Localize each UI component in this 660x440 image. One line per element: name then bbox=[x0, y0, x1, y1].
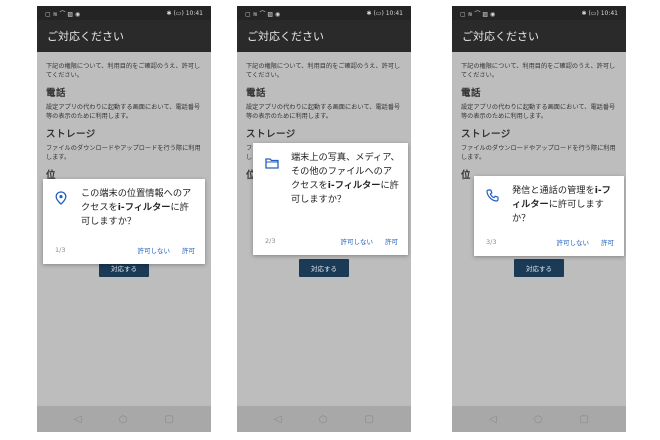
dialog-message: 発信と通話の管理をi-フィルターに許可しますか？ bbox=[512, 185, 611, 224]
home-icon[interactable]: ○ bbox=[534, 414, 543, 425]
status-icons-right: ✱ (▭) 10:41 bbox=[581, 9, 618, 17]
phone-screen-3: ▢ ≋ ⌒ ▨ ◉ ✱ (▭) 10:41 ご対応ください 下記の権限について、… bbox=[452, 6, 626, 432]
recents-icon[interactable]: ▢ bbox=[579, 414, 588, 425]
app-bar: ご対応ください bbox=[37, 20, 211, 52]
nav-bar: ◁ ○ ▢ bbox=[237, 406, 411, 432]
status-icons-right: ✱ (▭) 10:41 bbox=[166, 9, 203, 17]
folder-icon bbox=[265, 154, 279, 173]
nav-bar: ◁ ○ ▢ bbox=[37, 406, 211, 432]
status-icons-right: ✱ (▭) 10:41 bbox=[366, 9, 403, 17]
dialog-footer: 3/3 許可しない 許可 bbox=[486, 237, 614, 247]
permission-dialog: 端末上の写真、メディア、その他のファイルへのアクセスをi-フィルターに許可します… bbox=[253, 143, 408, 255]
status-bar: ▢ ≋ ⌒ ▨ ◉ ✱ (▭) 10:41 bbox=[37, 6, 211, 20]
step-counter: 3/3 bbox=[486, 238, 497, 246]
phone-heading: 電話 bbox=[46, 88, 67, 99]
phone-description: 設定アプリの代わりに起動する画面において、電話番号等の表示のために利用します。 bbox=[461, 104, 616, 120]
storage-heading: ストレージ bbox=[246, 129, 296, 140]
storage-description: ファイルのダウンロードやアップロードを行う際に利用します。 bbox=[46, 145, 201, 161]
status-icons-left: ▢ ≋ ⌒ ▨ ◉ bbox=[245, 10, 281, 18]
nav-bar: ◁ ○ ▢ bbox=[452, 406, 626, 432]
dialog-footer: 2/3 許可しない 許可 bbox=[265, 236, 398, 246]
back-icon[interactable]: ◁ bbox=[489, 414, 497, 425]
deny-button[interactable]: 許可しない bbox=[557, 237, 590, 247]
storage-heading: ストレージ bbox=[461, 129, 511, 140]
permission-dialog: この端末の位置情報へのアクセスをi-フィルターに許可しますか？ 1/3 許可しな… bbox=[43, 179, 205, 264]
status-bar: ▢ ≋ ⌒ ▨ ◉ ✱ (▭) 10:41 bbox=[452, 6, 626, 20]
recents-icon[interactable]: ▢ bbox=[364, 414, 373, 425]
back-icon[interactable]: ◁ bbox=[274, 414, 282, 425]
app-name: i-フィルター bbox=[117, 202, 171, 213]
intro-text: 下記の権限について、利用目的をご確認のうえ、許可してください。 bbox=[461, 63, 616, 79]
permission-content: 下記の権限について、利用目的をご確認のうえ、許可してください。 電話 設定アプリ… bbox=[452, 52, 626, 181]
respond-button[interactable]: 対応する bbox=[299, 259, 349, 277]
location-pin-icon bbox=[55, 190, 67, 209]
app-bar: ご対応ください bbox=[452, 20, 626, 52]
intro-text: 下記の権限について、利用目的をご確認のうえ、許可してください。 bbox=[46, 63, 201, 79]
home-icon[interactable]: ○ bbox=[319, 414, 328, 425]
dialog-message: 端末上の写真、メディア、その他のファイルへのアクセスをi-フィルターに許可します… bbox=[291, 152, 400, 205]
dialog-footer: 1/3 許可しない 許可 bbox=[55, 245, 195, 255]
phone-screen-2: ▢ ≋ ⌒ ▨ ◉ ✱ (▭) 10:41 ご対応ください 下記の権限について、… bbox=[237, 6, 411, 432]
deny-button[interactable]: 許可しない bbox=[341, 236, 374, 246]
phone-description: 設定アプリの代わりに起動する画面において、電話番号等の表示のために利用します。 bbox=[46, 104, 201, 120]
page-title: ご対応ください bbox=[462, 30, 539, 43]
status-bar: ▢ ≋ ⌒ ▨ ◉ ✱ (▭) 10:41 bbox=[237, 6, 411, 20]
phone-screen-1: ▢ ≋ ⌒ ▨ ◉ ✱ (▭) 10:41 ご対応ください 下記の権限について、… bbox=[37, 6, 211, 432]
status-icons-left: ▢ ≋ ⌒ ▨ ◉ bbox=[460, 10, 496, 18]
app-name: i-フィルター bbox=[327, 180, 381, 191]
phone-heading: 電話 bbox=[246, 88, 267, 99]
phone-description: 設定アプリの代わりに起動する画面において、電話番号等の表示のために利用します。 bbox=[246, 104, 401, 120]
phone-icon bbox=[486, 187, 499, 206]
back-icon[interactable]: ◁ bbox=[74, 414, 82, 425]
allow-button[interactable]: 許可 bbox=[182, 245, 195, 255]
permission-content: 下記の権限について、利用目的をご確認のうえ、許可してください。 電話 設定アプリ… bbox=[37, 52, 211, 181]
allow-button[interactable]: 許可 bbox=[385, 236, 398, 246]
app-bar: ご対応ください bbox=[237, 20, 411, 52]
status-icons-left: ▢ ≋ ⌒ ▨ ◉ bbox=[45, 10, 81, 18]
allow-button[interactable]: 許可 bbox=[601, 237, 614, 247]
step-counter: 1/3 bbox=[55, 246, 66, 254]
permission-dialog: 発信と通話の管理をi-フィルターに許可しますか？ 3/3 許可しない 許可 bbox=[474, 176, 624, 256]
phone-heading: 電話 bbox=[461, 88, 482, 99]
page-title: ご対応ください bbox=[247, 30, 324, 43]
step-counter: 2/3 bbox=[265, 237, 276, 245]
dialog-message: この端末の位置情報へのアクセスをi-フィルターに許可しますか？ bbox=[81, 188, 192, 227]
respond-button[interactable]: 対応する bbox=[514, 259, 564, 277]
intro-text: 下記の権限について、利用目的をご確認のうえ、許可してください。 bbox=[246, 63, 401, 79]
page-title: ご対応ください bbox=[47, 30, 124, 43]
storage-heading: ストレージ bbox=[46, 129, 96, 140]
recents-icon[interactable]: ▢ bbox=[164, 414, 173, 425]
deny-button[interactable]: 許可しない bbox=[138, 245, 171, 255]
storage-description: ファイルのダウンロードやアップロードを行う際に利用します。 bbox=[461, 145, 616, 161]
home-icon[interactable]: ○ bbox=[119, 414, 128, 425]
